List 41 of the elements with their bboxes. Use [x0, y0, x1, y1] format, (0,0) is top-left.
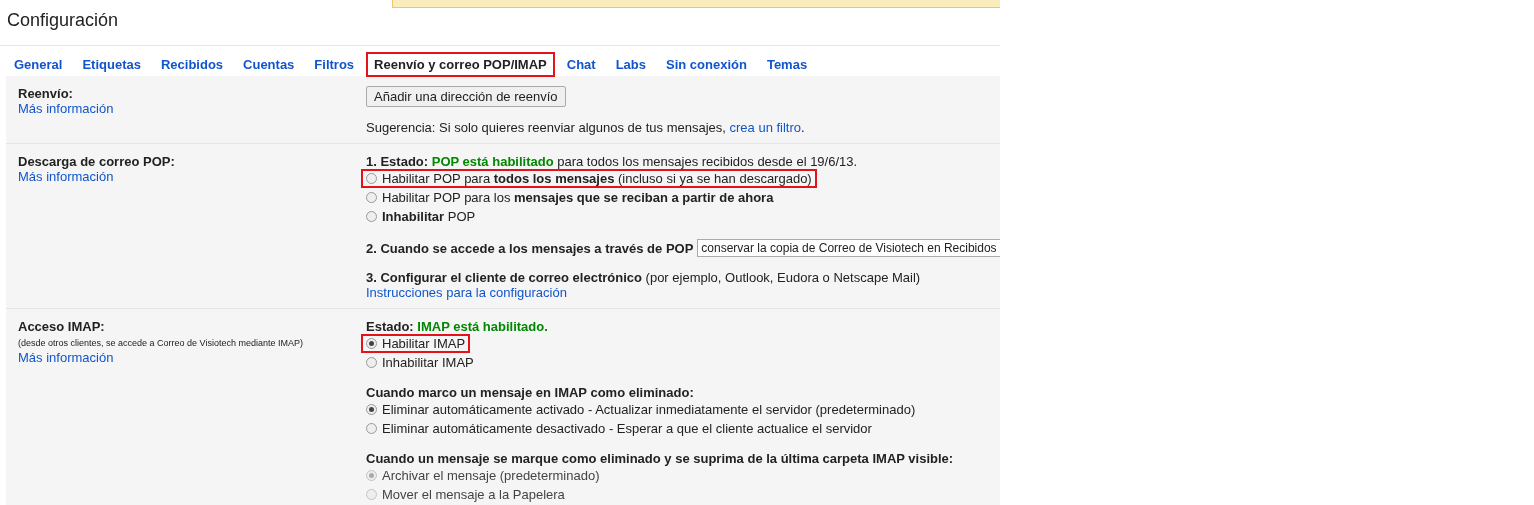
status-text: Estado: IMAP está habilitado.: [366, 319, 548, 334]
settings-tab[interactable]: Filtros: [306, 51, 363, 77]
radio-button[interactable]: [366, 338, 377, 349]
more-info-link[interactable]: Más información: [18, 101, 114, 116]
radio-button[interactable]: [366, 423, 377, 434]
add-forwarding-button[interactable]: Añadir una dirección de reenvío: [366, 86, 566, 107]
settings-tab[interactable]: Sin conexión: [658, 51, 755, 77]
option-heading: Cuando un mensaje se marque como eliminado y se suprima de la última carpeta IMAP visible:: [366, 451, 954, 466]
section-note: (desde otros clientes, se accede a Correo de Visiotech mediante IMAP): [18, 338, 303, 348]
radio-button[interactable]: [366, 357, 377, 368]
pop-action-dropdown[interactable]: conservar la copia de Correo de Visiotech en Recibidos: [697, 239, 1000, 257]
section-label: Descarga de correo POP:: [18, 154, 175, 169]
settings-tab[interactable]: Recibidos: [152, 51, 232, 77]
more-info-link[interactable]: Más información: [18, 350, 114, 365]
settings-tab[interactable]: Temas: [758, 51, 816, 77]
hint-text: Sugerencia: Si solo quieres reenviar algunos de tus mensajes, crea un filtro.: [366, 120, 805, 135]
settings-tab[interactable]: General: [6, 51, 71, 77]
radio-option[interactable]: Inhabilitar POP: [361, 207, 481, 226]
description-text: 3. Configurar el cliente de correo electrónico (por ejemplo, Outlook, Eudora o Netscape Mail): [366, 270, 921, 285]
status-text: 1. Estado: POP está habilitado para todos los mensajes recibidos desde el 19/6/13.: [366, 154, 858, 169]
settings-tab[interactable]: Labs: [607, 51, 654, 77]
radio-button[interactable]: [366, 173, 377, 184]
settings-tab[interactable]: Chat: [558, 51, 604, 77]
radio-option[interactable]: Eliminar automáticamente activado - Actualizar inmediatamente el servidor (predeterminado): [361, 400, 921, 419]
radio-option[interactable]: Eliminar automáticamente desactivado - Esperar a que el cliente actualice el servidor: [361, 419, 877, 438]
settings-tab[interactable]: Cuentas: [235, 51, 303, 77]
radio-option[interactable]: Habilitar POP para los mensajes que se reciban a partir de ahora: [361, 188, 779, 207]
radio-button[interactable]: [366, 192, 377, 203]
radio-button[interactable]: [366, 404, 377, 415]
more-info-link[interactable]: Más información: [18, 169, 114, 184]
option-heading: Cuando marco un mensaje en IMAP como eliminado:: [366, 385, 694, 400]
radio-button[interactable]: [366, 211, 377, 222]
section-label: Reenvío:: [18, 86, 73, 101]
settings-tab[interactable]: Etiquetas: [74, 51, 149, 77]
section-label: Acceso IMAP:: [18, 319, 105, 334]
setup-instructions-link[interactable]: Instrucciones para la configuración: [366, 285, 567, 300]
settings-tab[interactable]: Reenvío y correo POP/IMAP: [366, 51, 555, 77]
radio-option[interactable]: Habilitar POP para todos los mensajes (incluso si ya se han descargado): [361, 169, 817, 188]
radio-option[interactable]: Inhabilitar IMAP: [361, 353, 479, 372]
radio-option[interactable]: Habilitar IMAP: [361, 334, 471, 353]
select-label: 2. Cuando se accede a los mensajes a través de POP: [366, 240, 694, 256]
